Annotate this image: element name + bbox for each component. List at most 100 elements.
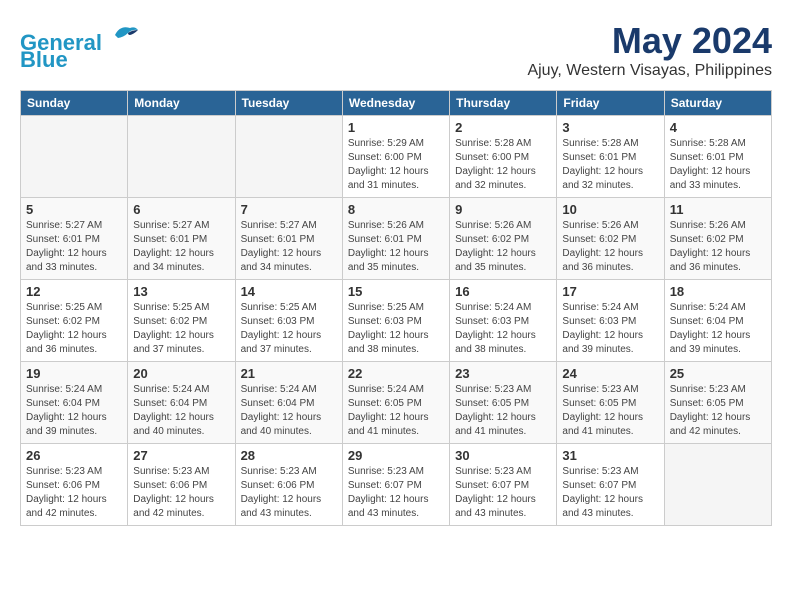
calendar-cell: 15Sunrise: 5:25 AMSunset: 6:03 PMDayligh… — [342, 280, 449, 362]
day-info: Sunrise: 5:24 AMSunset: 6:03 PMDaylight:… — [455, 301, 551, 357]
day-info: Sunrise: 5:25 AMSunset: 6:02 PMDaylight:… — [133, 301, 229, 357]
calendar-cell — [21, 116, 128, 198]
day-info: Sunrise: 5:23 AMSunset: 6:05 PMDaylight:… — [670, 383, 766, 439]
day-number: 27 — [133, 448, 229, 463]
calendar-cell: 27 Sunrise: 5:23 AMSunset: 6:06 PMDayligh… — [128, 444, 235, 526]
calendar-week-row: 26 Sunrise: 5:23 AMSunset: 6:06 PMDayligh… — [21, 444, 772, 526]
calendar-cell: 16 Sunrise: 5:24 AMSunset: 6:03 PMDayligh… — [450, 280, 557, 362]
day-number: 31 — [562, 448, 658, 463]
day-number: 24 — [562, 366, 658, 381]
calendar-cell: 28 Sunrise: 5:23 AMSunset: 6:06 PMDayligh… — [235, 444, 342, 526]
calendar-cell: 4 Sunrise: 5:28 AMSunset: 6:01 PMDaylight… — [664, 116, 771, 198]
day-number: 16 — [455, 284, 551, 299]
calendar-week-row: 1 Sunrise: 5:29 AMSunset: 6:00 PMDaylight… — [21, 116, 772, 198]
calendar-cell: 12Sunrise: 5:25 AMSunset: 6:02 PMDayligh… — [21, 280, 128, 362]
day-info: Sunrise: 5:23 AMSunset: 6:06 PMDaylight:… — [241, 465, 337, 521]
day-info: Sunrise: 5:28 AMSunset: 6:00 PMDaylight:… — [455, 137, 551, 193]
day-info: Sunrise: 5:29 AMSunset: 6:00 PMDaylight:… — [348, 137, 444, 193]
day-number: 26 — [26, 448, 122, 463]
calendar-cell: 22 Sunrise: 5:24 AMSunset: 6:05 PMDayligh… — [342, 362, 449, 444]
day-number: 9 — [455, 202, 551, 217]
calendar-header-row: SundayMondayTuesdayWednesdayThursdayFrid… — [21, 91, 772, 116]
day-info: Sunrise: 5:26 AMSunset: 6:01 PMDaylight:… — [348, 219, 444, 275]
calendar-cell: 17 Sunrise: 5:24 AMSunset: 6:03 PMDayligh… — [557, 280, 664, 362]
day-info: Sunrise: 5:28 AMSunset: 6:01 PMDaylight:… — [562, 137, 658, 193]
day-info: Sunrise: 5:24 AMSunset: 6:05 PMDaylight:… — [348, 383, 444, 439]
day-info: Sunrise: 5:24 AMSunset: 6:04 PMDaylight:… — [133, 383, 229, 439]
day-number: 20 — [133, 366, 229, 381]
calendar-cell: 5 Sunrise: 5:27 AMSunset: 6:01 PMDaylight… — [21, 198, 128, 280]
calendar-header-thursday: Thursday — [450, 91, 557, 116]
day-info: Sunrise: 5:24 AMSunset: 6:04 PMDaylight:… — [241, 383, 337, 439]
day-number: 21 — [241, 366, 337, 381]
calendar-cell — [664, 444, 771, 526]
subtitle: Ajuy, Western Visayas, Philippines — [527, 62, 772, 80]
day-info: Sunrise: 5:23 AMSunset: 6:06 PMDaylight:… — [26, 465, 122, 521]
day-info: Sunrise: 5:23 AMSunset: 6:07 PMDaylight:… — [562, 465, 658, 521]
day-number: 28 — [241, 448, 337, 463]
day-info: Sunrise: 5:24 AMSunset: 6:04 PMDaylight:… — [670, 301, 766, 357]
day-number: 1 — [348, 120, 444, 135]
day-info: Sunrise: 5:27 AMSunset: 6:01 PMDaylight:… — [241, 219, 337, 275]
calendar-cell: 25 Sunrise: 5:23 AMSunset: 6:05 PMDayligh… — [664, 362, 771, 444]
day-number: 29 — [348, 448, 444, 463]
calendar-header-saturday: Saturday — [664, 91, 771, 116]
calendar-cell: 14Sunrise: 5:25 AMSunset: 6:03 PMDayligh… — [235, 280, 342, 362]
calendar-header-monday: Monday — [128, 91, 235, 116]
day-number: 10 — [562, 202, 658, 217]
day-number: 23 — [455, 366, 551, 381]
day-number: 6 — [133, 202, 229, 217]
calendar-cell: 6Sunrise: 5:27 AMSunset: 6:01 PMDaylight… — [128, 198, 235, 280]
day-info: Sunrise: 5:23 AMSunset: 6:07 PMDaylight:… — [455, 465, 551, 521]
calendar-week-row: 12 Sunrise: 5:25 AMSunset: 6:02 PMDayligh… — [21, 280, 772, 362]
day-number: 19 — [26, 366, 122, 381]
day-number: 22 — [348, 366, 444, 381]
calendar-cell: 30 Sunrise: 5:23 AMSunset: 6:07 PMDayligh… — [450, 444, 557, 526]
day-number: 13 — [133, 284, 229, 299]
day-info: Sunrise: 5:23 AMSunset: 6:05 PMDaylight:… — [562, 383, 658, 439]
day-number: 17 — [562, 284, 658, 299]
day-number: 30 — [455, 448, 551, 463]
calendar-week-row: 5 Sunrise: 5:27 AMSunset: 6:01 PMDaylight… — [21, 198, 772, 280]
calendar-header-friday: Friday — [557, 91, 664, 116]
calendar-cell: 18 Sunrise: 5:24 AMSunset: 6:04 PMDayligh… — [664, 280, 771, 362]
calendar-cell: 10 Sunrise: 5:26 AMSunset: 6:02 PMDayligh… — [557, 198, 664, 280]
page-header: General Blue May 2024 Ajuy, Western Visa… — [20, 20, 772, 80]
logo-bird-icon — [110, 20, 140, 50]
calendar-cell: 11Sunrise: 5:26 AMSunset: 6:02 PMDayligh… — [664, 198, 771, 280]
day-info: Sunrise: 5:23 AMSunset: 6:05 PMDaylight:… — [455, 383, 551, 439]
day-number: 18 — [670, 284, 766, 299]
calendar-cell: 2 Sunrise: 5:28 AMSunset: 6:00 PMDaylight… — [450, 116, 557, 198]
calendar-cell: 8Sunrise: 5:26 AMSunset: 6:01 PMDaylight… — [342, 198, 449, 280]
calendar-cell: 21 Sunrise: 5:24 AMSunset: 6:04 PMDayligh… — [235, 362, 342, 444]
day-number: 2 — [455, 120, 551, 135]
day-number: 3 — [562, 120, 658, 135]
calendar-cell — [235, 116, 342, 198]
day-number: 25 — [670, 366, 766, 381]
calendar-cell — [128, 116, 235, 198]
calendar-week-row: 19 Sunrise: 5:24 AMSunset: 6:04 PMDayligh… — [21, 362, 772, 444]
day-info: Sunrise: 5:26 AMSunset: 6:02 PMDaylight:… — [562, 219, 658, 275]
calendar-cell: 24 Sunrise: 5:23 AMSunset: 6:05 PMDayligh… — [557, 362, 664, 444]
logo: General Blue — [20, 20, 140, 73]
calendar-cell: 13 Sunrise: 5:25 AMSunset: 6:02 PMDayligh… — [128, 280, 235, 362]
main-title: May 2024 — [527, 20, 772, 62]
calendar-header-tuesday: Tuesday — [235, 91, 342, 116]
calendar-header-wednesday: Wednesday — [342, 91, 449, 116]
day-info: Sunrise: 5:28 AMSunset: 6:01 PMDaylight:… — [670, 137, 766, 193]
day-number: 7 — [241, 202, 337, 217]
calendar-table: SundayMondayTuesdayWednesdayThursdayFrid… — [20, 90, 772, 526]
day-info: Sunrise: 5:25 AMSunset: 6:03 PMDaylight:… — [348, 301, 444, 357]
calendar-cell: 7 Sunrise: 5:27 AMSunset: 6:01 PMDaylight… — [235, 198, 342, 280]
day-number: 5 — [26, 202, 122, 217]
calendar-cell: 9Sunrise: 5:26 AMSunset: 6:02 PMDaylight… — [450, 198, 557, 280]
day-info: Sunrise: 5:23 AMSunset: 6:07 PMDaylight:… — [348, 465, 444, 521]
day-number: 4 — [670, 120, 766, 135]
day-info: Sunrise: 5:23 AMSunset: 6:06 PMDaylight:… — [133, 465, 229, 521]
calendar-cell: 19Sunrise: 5:24 AMSunset: 6:04 PMDayligh… — [21, 362, 128, 444]
title-section: May 2024 Ajuy, Western Visayas, Philippi… — [527, 20, 772, 80]
day-number: 12 — [26, 284, 122, 299]
day-info: Sunrise: 5:27 AMSunset: 6:01 PMDaylight:… — [26, 219, 122, 275]
day-number: 11 — [670, 202, 766, 217]
day-info: Sunrise: 5:24 AMSunset: 6:03 PMDaylight:… — [562, 301, 658, 357]
